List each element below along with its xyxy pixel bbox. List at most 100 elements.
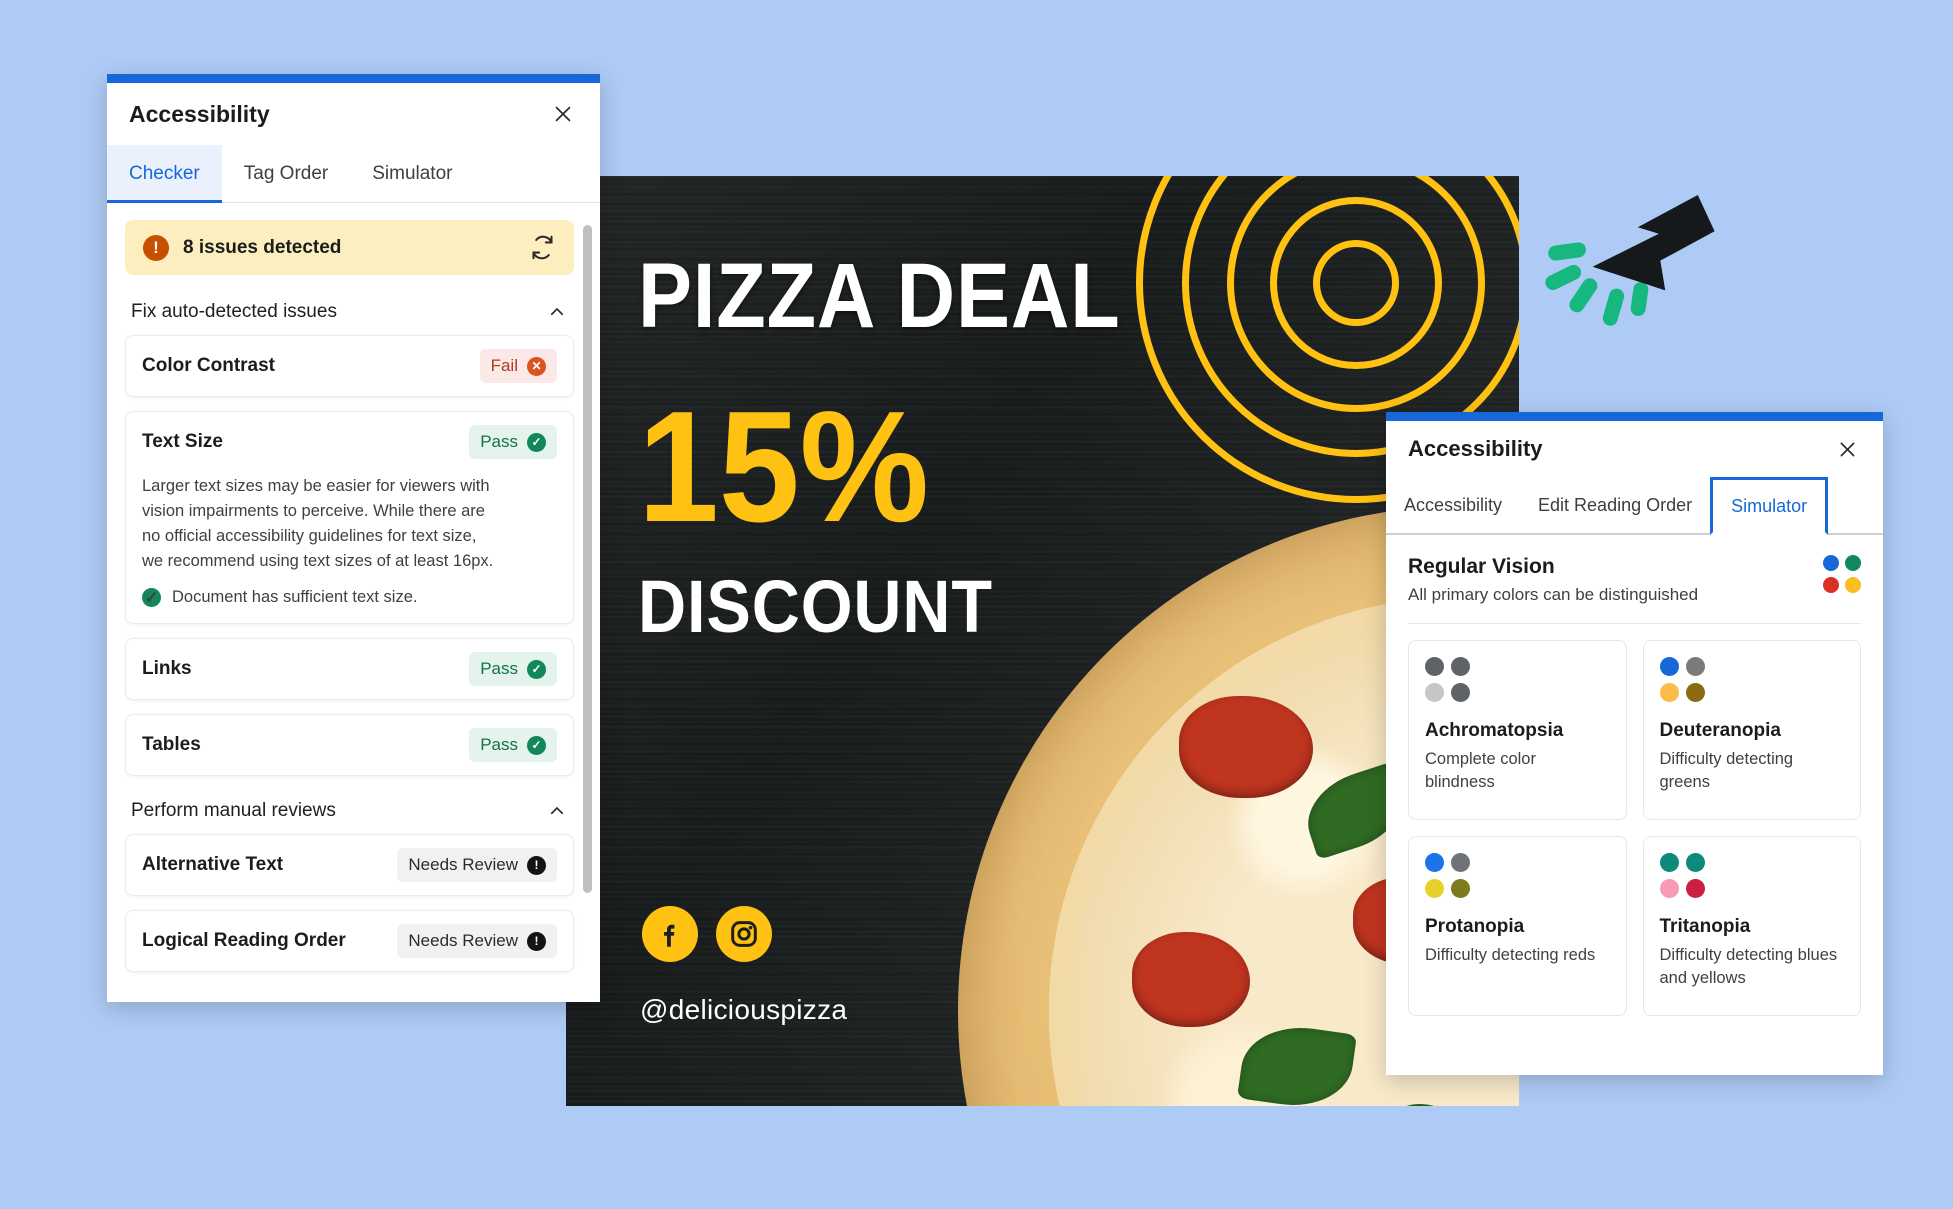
mode-color-swatches	[1425, 853, 1610, 898]
check-item-label: Logical Reading Order	[142, 930, 346, 952]
mode-color-swatches	[1659, 853, 1845, 898]
color-dot	[1659, 879, 1679, 898]
status-badge: Pass ✓	[469, 425, 557, 459]
check-item-label: Text Size	[142, 431, 223, 452]
tab-tag-order[interactable]: Tag Order	[222, 145, 350, 202]
regular-vision-row: Regular Vision All primary colors can be…	[1408, 555, 1861, 605]
color-dot	[1823, 555, 1839, 571]
section-title: Perform manual reviews	[131, 800, 336, 822]
color-dot	[1425, 879, 1444, 898]
check-item-label: Color Contrast	[142, 355, 275, 376]
color-dot	[1659, 683, 1679, 702]
poster-social-handle: @deliciouspizza	[640, 994, 848, 1025]
checker-scroll-area: ! 8 issues detected Fix auto-detected is…	[107, 203, 600, 1011]
status-badge: Pass ✓	[469, 728, 557, 763]
color-dot	[1685, 683, 1705, 702]
mode-title: Deuteranopia	[1659, 720, 1781, 741]
status-badge-label: Fail	[490, 356, 518, 375]
color-dot	[1451, 879, 1470, 898]
color-dot	[1451, 657, 1470, 676]
color-dot	[1685, 853, 1705, 872]
screen-canvas: PIZZA DEAL 15% DISCOUNT @deliciouspizza	[0, 0, 1953, 1209]
simulator-body: Regular Vision All primary colors can be…	[1386, 535, 1883, 1016]
color-dot	[1659, 657, 1679, 676]
tab-simulator[interactable]: Simulator	[1710, 477, 1829, 535]
regular-vision-description: All primary colors can be distinguished	[1408, 585, 1699, 604]
close-icon[interactable]	[548, 99, 578, 129]
status-badge-label: Pass	[480, 432, 518, 451]
tab-accessibility[interactable]: Accessibility	[1386, 477, 1520, 533]
simulation-mode-tritanopia[interactable]: Tritanopia Difficulty detecting blues an…	[1642, 836, 1861, 1016]
mode-description: Complete color blindness	[1425, 750, 1536, 792]
check-item-color-contrast[interactable]: Color Contrast Fail ✕	[125, 335, 574, 397]
color-dot	[1845, 555, 1861, 571]
section-header-auto-detected[interactable]: Fix auto-detected issues	[125, 291, 574, 335]
color-dot	[1685, 879, 1705, 898]
check-item-description: Larger text sizes may be easier for view…	[142, 477, 494, 571]
scrollbar-thumb[interactable]	[583, 225, 592, 893]
checker-panel-header: Accessibility	[107, 83, 600, 145]
check-circle-icon: ✓	[142, 588, 161, 608]
color-dot	[1823, 577, 1839, 593]
simulation-modes-grid: Achromatopsia Complete color blindness D…	[1408, 640, 1861, 1016]
poster-discount-percent: 15%	[638, 379, 929, 555]
simulation-mode-achromatopsia[interactable]: Achromatopsia Complete color blindness	[1408, 640, 1627, 820]
cursor-arrow-icon	[1540, 182, 1750, 352]
simulation-mode-protanopia[interactable]: Protanopia Difficulty detecting reds	[1408, 836, 1627, 1016]
section-header-manual-reviews[interactable]: Perform manual reviews	[125, 790, 574, 834]
warning-icon: !	[143, 234, 169, 261]
mode-title: Protanopia	[1425, 916, 1525, 937]
issues-alert-banner: ! 8 issues detected	[125, 220, 574, 275]
exclamation-circle-icon: !	[527, 855, 546, 875]
chevron-up-icon[interactable]	[548, 802, 566, 820]
check-item-label: Links	[142, 658, 192, 680]
mode-description: Difficulty detecting greens	[1659, 750, 1794, 792]
status-badge-label: Needs Review	[408, 855, 518, 875]
mode-description: Difficulty detecting reds	[1425, 946, 1596, 964]
mode-title: Tritanopia	[1659, 916, 1751, 937]
x-circle-icon: ✕	[527, 356, 546, 376]
accessibility-checker-panel[interactable]: Accessibility Checker Tag Order Simulato…	[107, 74, 600, 1002]
accessibility-simulator-panel[interactable]: Accessibility Accessibility Edit Reading…	[1386, 412, 1883, 1075]
color-dot	[1451, 853, 1470, 872]
divider	[1408, 623, 1861, 624]
poster-title: PIZZA DEAL	[638, 245, 1121, 347]
color-dot	[1659, 853, 1679, 872]
mode-color-swatches	[1659, 657, 1845, 702]
tab-simulator[interactable]: Simulator	[350, 145, 474, 202]
check-item-links[interactable]: Links Pass ✓	[125, 638, 574, 701]
status-badge: Needs Review !	[397, 924, 557, 959]
tab-edit-reading-order[interactable]: Edit Reading Order	[1520, 477, 1710, 533]
chevron-up-icon[interactable]	[548, 303, 566, 321]
refresh-icon[interactable]	[529, 234, 556, 261]
check-circle-icon: ✓	[527, 659, 546, 679]
checker-scrollbar[interactable]	[583, 215, 592, 997]
color-dot	[1425, 853, 1444, 872]
check-item-text-size[interactable]: Text Size Pass ✓ Larger text sizes may b…	[125, 411, 574, 625]
status-badge-label: Needs Review	[408, 931, 518, 951]
pizza-deal-poster[interactable]: PIZZA DEAL 15% DISCOUNT @deliciouspizza	[566, 176, 1519, 1106]
panel-accent-bar	[107, 74, 600, 83]
arrow-pointer-icon	[1592, 195, 1715, 291]
check-item-logical-reading-order[interactable]: Logical Reading Order Needs Review !	[125, 910, 574, 973]
status-badge: Needs Review !	[397, 848, 557, 883]
mode-color-swatches	[1425, 657, 1610, 702]
status-badge-label: Pass	[480, 735, 518, 755]
status-badge: Pass ✓	[469, 652, 557, 687]
instagram-icon[interactable]	[716, 906, 772, 962]
check-item-tables[interactable]: Tables Pass ✓	[125, 714, 574, 777]
mode-description: Difficulty detecting blues and yellows	[1659, 946, 1838, 988]
check-item-alternative-text[interactable]: Alternative Text Needs Review !	[125, 834, 574, 897]
regular-vision-title: Regular Vision	[1408, 555, 1555, 578]
checker-tabbar: Checker Tag Order Simulator	[107, 145, 600, 203]
close-icon[interactable]	[1833, 435, 1861, 463]
facebook-icon[interactable]	[642, 906, 698, 962]
simulator-tabbar: Accessibility Edit Reading Order Simulat…	[1386, 477, 1883, 535]
simulation-mode-deuteranopia[interactable]: Deuteranopia Difficulty detecting greens	[1642, 640, 1861, 820]
tab-checker[interactable]: Checker	[107, 145, 222, 203]
simulator-panel-header: Accessibility	[1386, 421, 1883, 477]
poster-social-icons	[642, 906, 772, 962]
page-title: Accessibility	[129, 100, 270, 127]
poster-subtitle: DISCOUNT	[638, 565, 994, 648]
status-badge: Fail ✕	[479, 349, 557, 383]
